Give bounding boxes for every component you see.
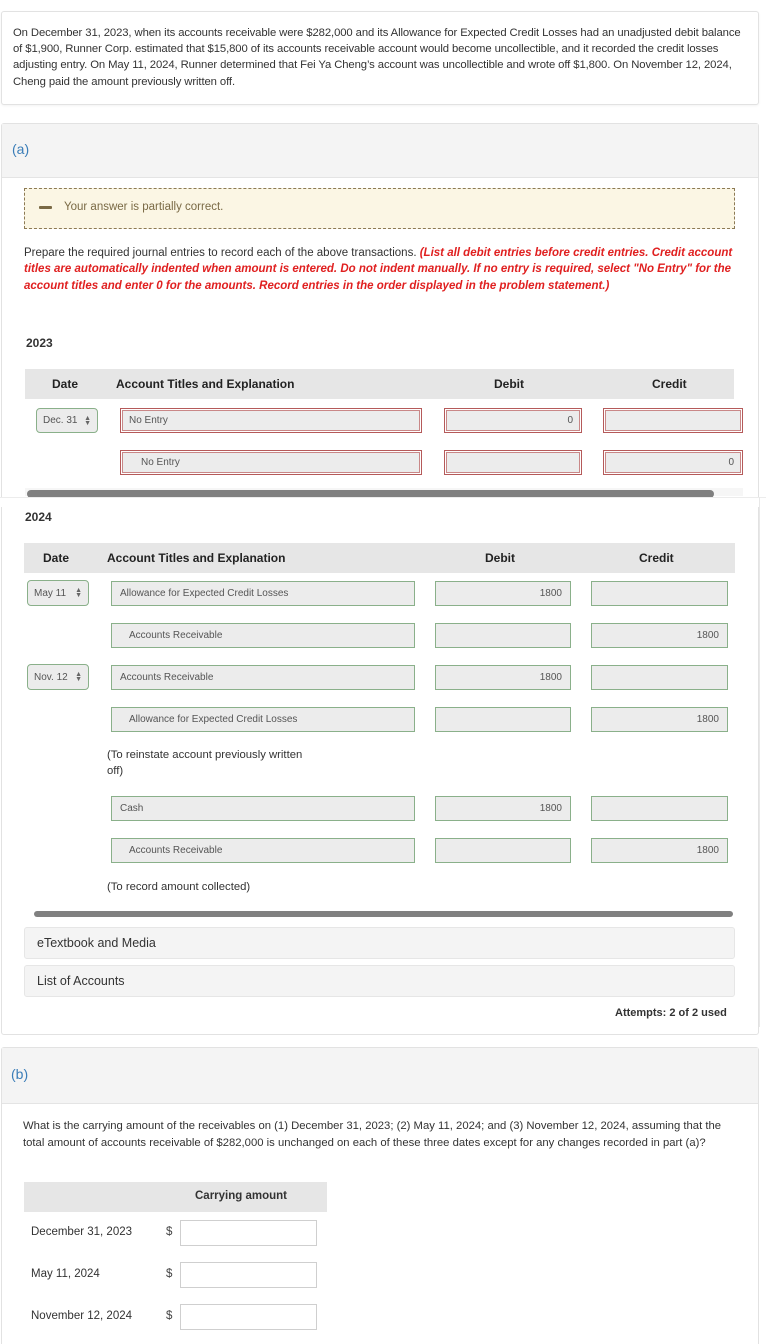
debit-input[interactable]	[435, 623, 571, 648]
header-credit: Credit	[652, 377, 687, 391]
header-credit: Credit	[639, 551, 674, 565]
panel-gap	[0, 1035, 766, 1047]
problem-statement-text: On December 31, 2023, when its accounts …	[13, 27, 741, 88]
select-arrows-icon: ▲ ▼	[75, 587, 82, 599]
part-b-label: (b)	[11, 1066, 29, 1082]
debit-input[interactable]	[435, 838, 571, 863]
account-title-input[interactable]: Accounts Receivable	[111, 838, 415, 863]
entry-explanation: (To record amount collected)	[107, 881, 251, 893]
credit-input[interactable]	[603, 408, 743, 433]
account-title-input[interactable]: No Entry	[120, 450, 422, 475]
debit-input[interactable]: 1800	[435, 581, 571, 606]
account-title-input[interactable]: Accounts Receivable	[111, 623, 415, 648]
credit-input[interactable]: 0	[603, 450, 743, 475]
credit-input[interactable]	[591, 665, 728, 690]
section-divider	[0, 497, 766, 507]
debit-input[interactable]: 0	[444, 408, 582, 433]
debit-input[interactable]	[444, 450, 582, 475]
carrying-row-label: December 31, 2023	[31, 1226, 133, 1238]
account-title-input[interactable]: Allowance for Expected Credit Losses	[111, 707, 415, 732]
instructions: Prepare the required journal entries to …	[24, 245, 739, 294]
part-b-header[interactable]	[2, 1048, 758, 1104]
header-debit: Debit	[494, 377, 524, 391]
date-select[interactable]: May 11 ▲ ▼	[27, 580, 89, 606]
carrying-amount-input[interactable]	[180, 1262, 317, 1288]
debit-input[interactable]: 1800	[435, 665, 571, 690]
currency-symbol: $	[166, 1310, 173, 1322]
panel-edge	[759, 497, 760, 1027]
part-b-question: What is the carrying amount of the recei…	[23, 1120, 722, 1149]
header-account: Account Titles and Explanation	[107, 551, 286, 565]
date-select[interactable]: Dec. 31 ▲ ▼	[36, 408, 98, 433]
date-value: Nov. 12	[34, 671, 68, 683]
year-label-2024: 2024	[25, 510, 52, 524]
feedback-text: Your answer is partially correct.	[64, 201, 224, 213]
credit-input[interactable]: 1800	[591, 623, 728, 648]
credit-input[interactable]	[591, 581, 728, 606]
account-title-input[interactable]: Cash	[111, 796, 415, 821]
carrying-amount-input[interactable]	[180, 1220, 317, 1246]
credit-input[interactable]	[591, 796, 728, 821]
date-value: May 11	[34, 587, 67, 599]
currency-symbol: $	[166, 1226, 173, 1238]
instructions-plain: Prepare the required journal entries to …	[24, 247, 420, 259]
horizontal-scrollbar[interactable]	[34, 911, 733, 917]
account-title-input[interactable]: Allowance for Expected Credit Losses	[111, 581, 415, 606]
list-of-accounts-toggle[interactable]: List of Accounts	[24, 965, 735, 997]
carrying-row-label: May 11, 2024	[31, 1268, 100, 1280]
header-date: Date	[43, 551, 70, 565]
entry-explanation: (To reinstate account previously written…	[107, 749, 303, 777]
header-debit: Debit	[485, 551, 515, 565]
carrying-amount-input[interactable]	[180, 1304, 317, 1330]
minus-icon	[39, 206, 52, 209]
carrying-row-label: November 12, 2024	[31, 1310, 133, 1322]
header-date: Date	[52, 377, 79, 391]
credit-input[interactable]: 1800	[591, 707, 728, 732]
part-a-header[interactable]	[2, 124, 758, 178]
select-arrows-icon: ▲ ▼	[84, 414, 91, 427]
year-label-2023: 2023	[26, 336, 53, 350]
currency-symbol: $	[166, 1268, 173, 1280]
credit-input[interactable]: 1800	[591, 838, 728, 863]
account-title-input[interactable]: No Entry	[120, 408, 422, 433]
etextbook-media-toggle[interactable]: eTextbook and Media	[24, 927, 735, 959]
date-value: Dec. 31	[43, 415, 78, 426]
debit-input[interactable]	[435, 707, 571, 732]
debit-input[interactable]: 1800	[435, 796, 571, 821]
carrying-amount-label: Carrying amount	[195, 1190, 288, 1202]
part-a-label: (a)	[12, 141, 30, 157]
select-arrows-icon: ▲ ▼	[75, 671, 82, 683]
header-account: Account Titles and Explanation	[116, 377, 295, 391]
attempts-counter: Attempts: 2 of 2 used	[615, 1007, 727, 1019]
account-title-input[interactable]: Accounts Receivable	[111, 665, 415, 690]
date-select[interactable]: Nov. 12 ▲ ▼	[27, 664, 89, 690]
